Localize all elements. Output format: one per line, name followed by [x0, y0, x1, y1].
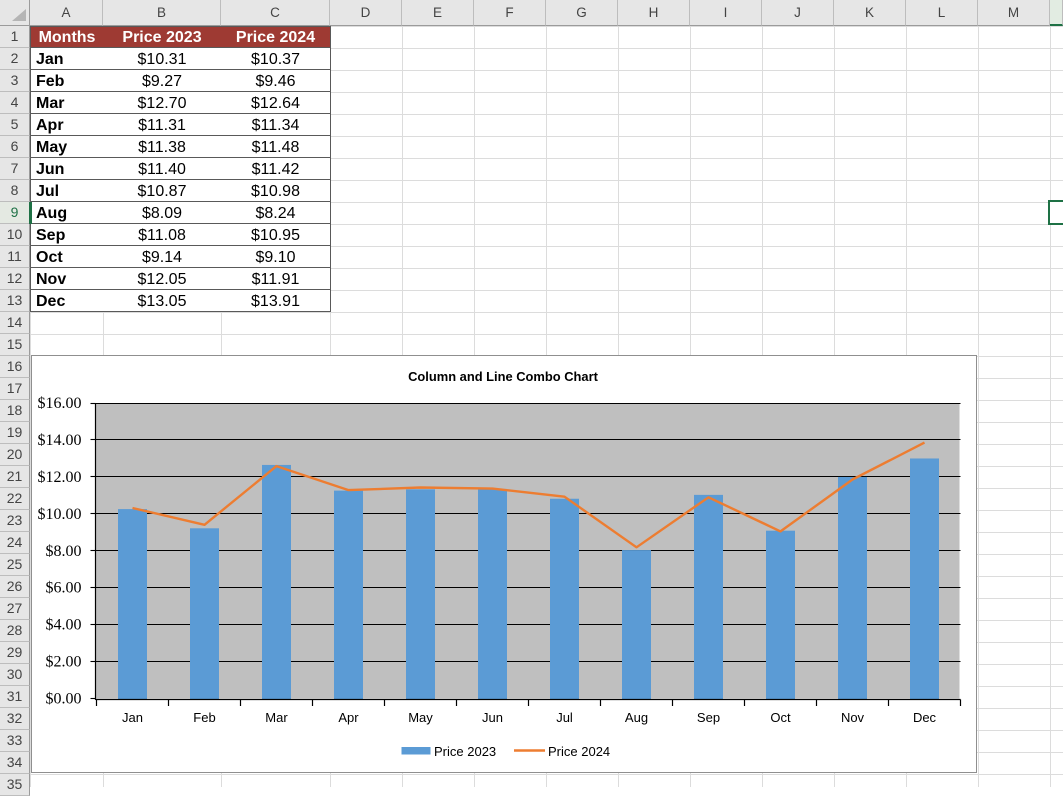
- svg-text:Jul: Jul: [556, 710, 573, 725]
- svg-text:Price 2024: Price 2024: [548, 744, 610, 759]
- svg-text:Dec: Dec: [913, 710, 937, 725]
- svg-text:$0.00: $0.00: [46, 691, 82, 708]
- svg-text:Jun: Jun: [482, 710, 503, 725]
- svg-text:$6.00: $6.00: [46, 580, 82, 597]
- svg-text:$4.00: $4.00: [46, 617, 82, 634]
- svg-text:Apr: Apr: [338, 710, 359, 725]
- svg-text:May: May: [408, 710, 433, 725]
- svg-text:Jan: Jan: [122, 710, 143, 725]
- svg-text:Price 2023: Price 2023: [434, 744, 496, 759]
- svg-text:$10.00: $10.00: [38, 506, 82, 523]
- svg-text:$12.00: $12.00: [38, 469, 82, 486]
- svg-text:Feb: Feb: [193, 710, 215, 725]
- svg-text:$14.00: $14.00: [38, 432, 82, 449]
- svg-text:Nov: Nov: [841, 710, 865, 725]
- svg-text:$2.00: $2.00: [46, 654, 82, 671]
- svg-text:Aug: Aug: [625, 710, 648, 725]
- svg-text:Mar: Mar: [265, 710, 288, 725]
- svg-text:Column and Line Combo Chart: Column and Line Combo Chart: [408, 369, 598, 384]
- svg-text:Oct: Oct: [770, 710, 791, 725]
- svg-text:$8.00: $8.00: [46, 543, 82, 560]
- svg-text:Sep: Sep: [697, 710, 720, 725]
- svg-text:$16.00: $16.00: [38, 395, 82, 412]
